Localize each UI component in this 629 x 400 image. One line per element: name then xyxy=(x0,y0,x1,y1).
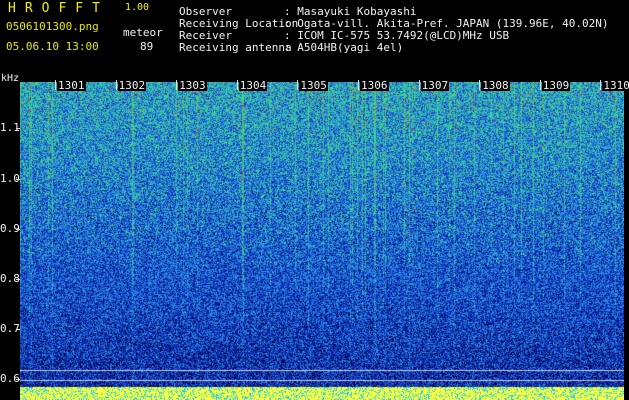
meteor-label: meteor xyxy=(123,26,163,39)
time-tick-label: 1301 xyxy=(57,79,86,92)
time-tick-label: 1307 xyxy=(420,79,450,92)
time-tick-label: 1304 xyxy=(238,79,268,92)
time-tick-mark xyxy=(418,80,420,90)
time-tick-label: 1303 xyxy=(178,79,207,92)
time-tick-label: 1305 xyxy=(299,79,328,92)
frequency-tick-mark xyxy=(16,179,20,180)
time-tick-label: 1302 xyxy=(117,79,147,92)
frequency-tick-mark xyxy=(16,279,20,280)
time-tick-mark xyxy=(176,80,178,90)
time-tick-label: 1309 xyxy=(541,79,571,92)
antenna-label: Receiving antenna xyxy=(179,41,292,54)
time-tick-mark xyxy=(236,80,238,90)
frequency-tick-mark xyxy=(16,128,20,129)
frequency-unit-label: kHz xyxy=(1,73,20,84)
time-tick-label: 1308 xyxy=(481,79,510,92)
time-tick-mark xyxy=(115,80,117,90)
time-tick-mark xyxy=(297,80,299,90)
time-tick-mark xyxy=(539,80,541,90)
frequency-tick-mark xyxy=(16,329,20,330)
app-version: 1.00 xyxy=(125,2,150,13)
frequency-tick-mark xyxy=(16,379,20,380)
app-brand: HROFFT xyxy=(8,1,109,16)
time-tick-label: 1310 xyxy=(602,79,629,92)
time-tick-label: 1306 xyxy=(360,79,389,92)
header-panel: HROFFT 1.00 0506101300.png 05.06.10 13:0… xyxy=(0,0,629,77)
time-tick-mark xyxy=(479,80,481,90)
time-tick-mark xyxy=(55,80,56,90)
meteor-count: 89 xyxy=(140,40,154,53)
time-tick-mark xyxy=(600,80,602,90)
spectrogram-canvas xyxy=(20,82,624,400)
antenna-value: : A504HB(yagi 4el) xyxy=(284,41,404,54)
image-filename: 0506101300.png xyxy=(6,20,99,33)
observation-datetime: 05.06.10 13:00 xyxy=(6,40,99,53)
time-tick-mark xyxy=(358,80,359,90)
frequency-tick-mark xyxy=(16,229,20,230)
